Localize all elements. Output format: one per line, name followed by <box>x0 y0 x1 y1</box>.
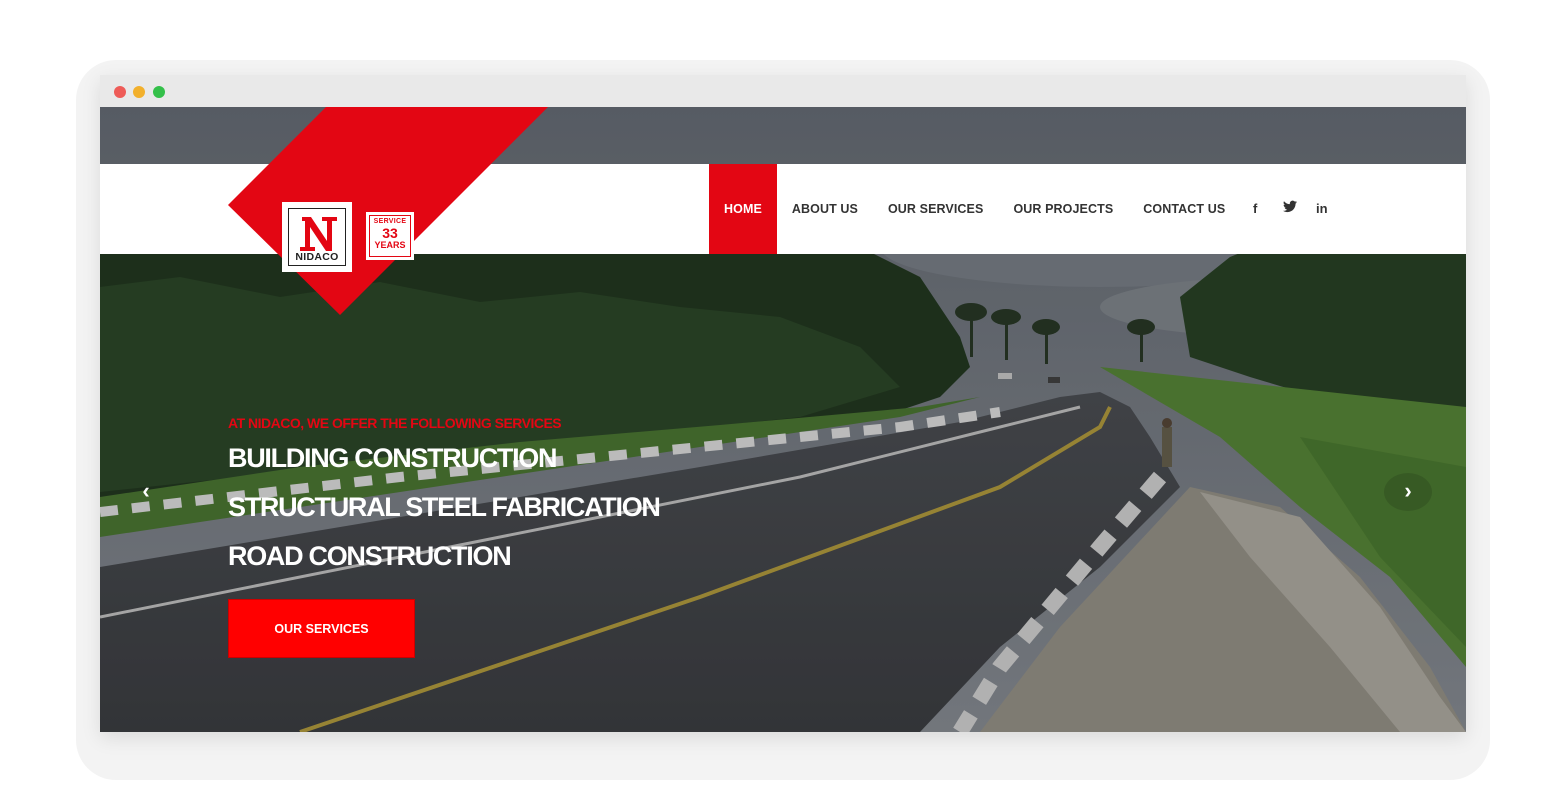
nav-our-projects[interactable]: OUR PROJECTS <box>998 164 1128 254</box>
nav-home[interactable]: HOME <box>709 164 777 254</box>
logo-wordmark: NIDACO <box>295 251 339 263</box>
nidaco-logo[interactable]: NIDACO <box>282 202 352 272</box>
badge-frame: SERVICE 33 YEARS <box>369 215 411 257</box>
logo-frame: NIDACO <box>288 208 346 266</box>
our-services-button[interactable]: OUR SERVICES <box>228 599 415 658</box>
main-nav: HOME ABOUT US OUR SERVICES OUR PROJECTS … <box>709 164 1240 254</box>
linkedin-icon[interactable]: in <box>1316 201 1328 216</box>
maximize-window-button[interactable] <box>153 86 165 98</box>
hero-line-steel: STRUCTURAL STEEL FABRICATION <box>228 492 661 522</box>
slider-prev-arrow-icon[interactable]: ‹ <box>122 473 170 511</box>
window-titlebar <box>100 75 1466 107</box>
nidaco-n-mark-icon <box>300 217 337 251</box>
close-window-button[interactable] <box>114 86 126 98</box>
badge-years-number: 33 <box>382 225 398 241</box>
badge-service-label: SERVICE <box>373 218 407 225</box>
hero-line-building: BUILDING CONSTRUCTION <box>228 443 557 473</box>
nav-about-us[interactable]: ABOUT US <box>777 164 873 254</box>
hero-slider: HOME ABOUT US OUR SERVICES OUR PROJECTS … <box>100 107 1466 732</box>
facebook-icon[interactable]: f <box>1253 201 1257 216</box>
minimize-window-button[interactable] <box>133 86 145 98</box>
nav-our-services[interactable]: OUR SERVICES <box>873 164 998 254</box>
twitter-icon[interactable] <box>1283 200 1297 216</box>
nav-contact-us[interactable]: CONTACT US <box>1128 164 1240 254</box>
badge-years-label: YEARS <box>374 240 406 250</box>
service-years-badge: SERVICE 33 YEARS <box>366 212 414 260</box>
browser-window: HOME ABOUT US OUR SERVICES OUR PROJECTS … <box>100 75 1466 732</box>
hero-kicker: AT NIDACO, WE OFFER THE FOLLOWING SERVIC… <box>228 415 562 431</box>
twitter-glyph <box>1283 200 1297 213</box>
slider-next-arrow-icon[interactable]: › <box>1384 473 1432 511</box>
hero-line-road: ROAD CONSTRUCTION <box>228 541 512 571</box>
